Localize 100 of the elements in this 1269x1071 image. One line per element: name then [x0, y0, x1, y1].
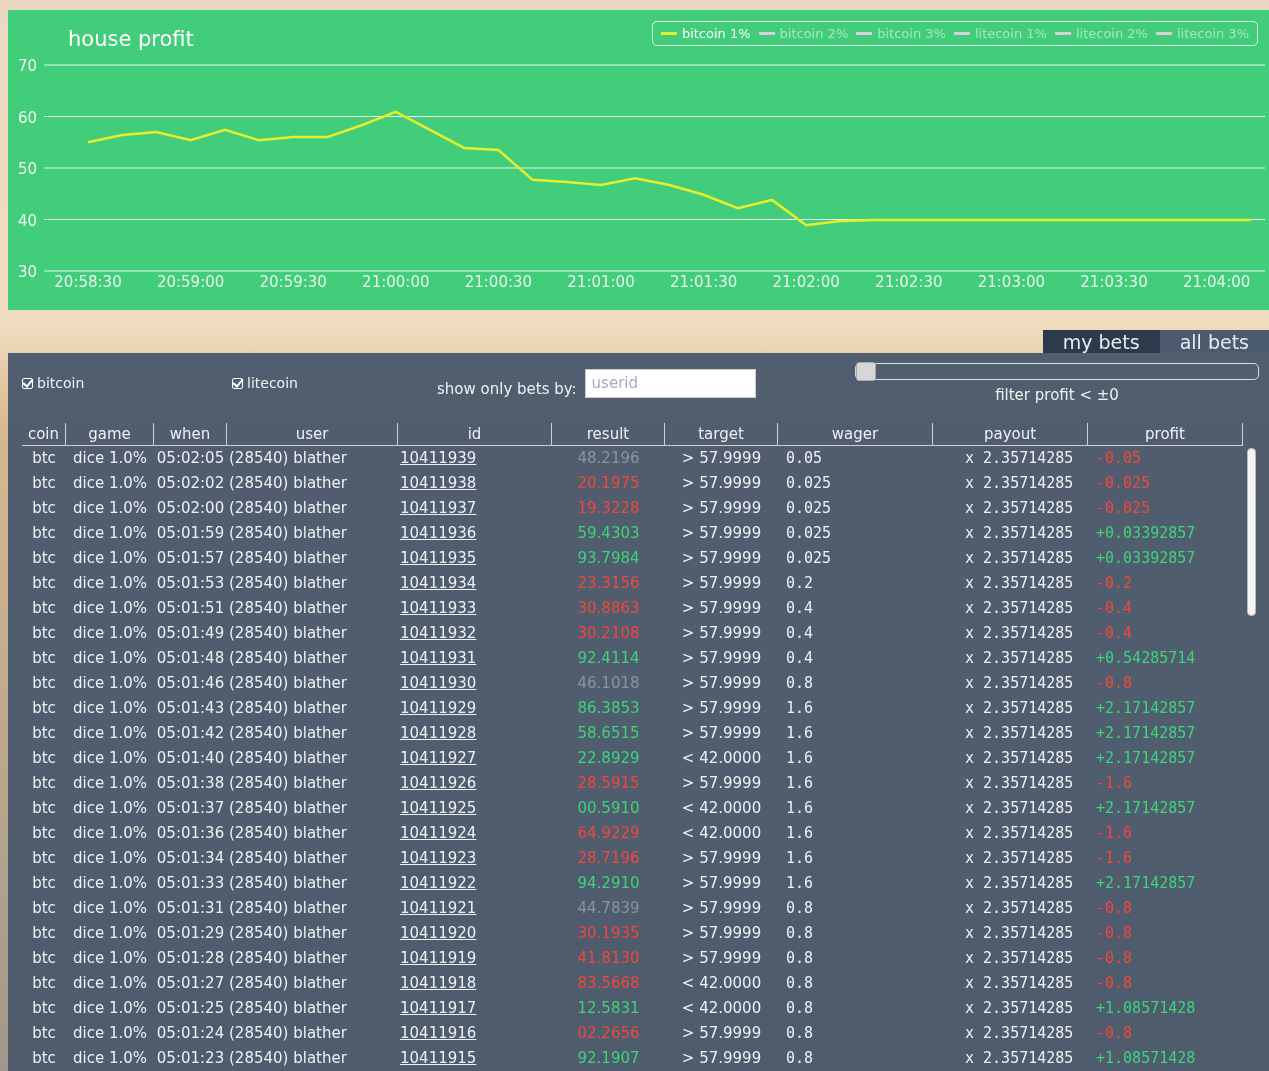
bet-id-link[interactable]: 10411933	[400, 599, 477, 617]
bet-id-link[interactable]: 10411916	[400, 1024, 477, 1042]
table-cell-text: 0.8	[785, 948, 815, 969]
bet-id-link[interactable]: 10411915	[400, 1049, 477, 1067]
checkbox-label: litecoin	[247, 375, 298, 391]
table-cell-text: x 2.35714285	[964, 873, 1075, 894]
checkbox-label: bitcoin	[37, 375, 85, 391]
table-cell-text: 58.6515	[576, 723, 641, 744]
bet-id-link[interactable]: 10411930	[400, 674, 477, 692]
y-tick-label: 50	[18, 160, 38, 178]
profit-slider[interactable]	[855, 363, 1259, 380]
table-cell-text: dice 1.0%	[71, 723, 148, 744]
tab[interactable]: my bets	[1042, 330, 1160, 353]
table-cell-text: x 2.35714285	[964, 573, 1075, 594]
bet-id-link[interactable]: 10411937	[400, 499, 477, 517]
checkbox[interactable]	[22, 377, 33, 389]
table-cell-text: > 57.9999	[680, 773, 763, 794]
scrollbar[interactable]	[1247, 448, 1256, 616]
table-cell-text: btc	[31, 648, 57, 669]
table-cell-text: 28.7196	[576, 848, 641, 869]
table-cell-text: (28540) blather	[228, 698, 348, 719]
table-cell-text: 30.8863	[576, 598, 641, 619]
bet-id-link[interactable]: 10411936	[400, 524, 477, 542]
table-cell-text: < 42.0000	[680, 973, 763, 994]
table-cell-text: btc	[31, 898, 57, 919]
table-cell-text: x 2.35714285	[964, 623, 1075, 644]
bet-id-link[interactable]: 10411922	[400, 874, 477, 892]
table-cell-text: 05:01:31	[155, 898, 226, 919]
bet-id-link[interactable]: 10411918	[400, 974, 477, 992]
table-cell-text: 0.025	[785, 473, 833, 494]
column-header: result	[552, 423, 665, 446]
bet-id-link[interactable]: 10411928	[400, 724, 477, 742]
bet-id-link[interactable]: 10411932	[400, 624, 477, 642]
table-cell-text: btc	[31, 673, 57, 694]
tab[interactable]: all bets	[1159, 330, 1269, 353]
table-cell-text: btc	[31, 948, 57, 969]
userid-field[interactable]: userid	[584, 368, 756, 398]
bet-id-link[interactable]: 10411926	[400, 774, 477, 792]
table-cell-text: x 2.35714285	[964, 823, 1075, 844]
bet-id-link[interactable]: 10411919	[400, 949, 477, 967]
bet-id-link[interactable]: 10411939	[400, 449, 477, 467]
x-tick-label: 20:58:30	[54, 273, 122, 291]
table-cell-text: dice 1.0%	[71, 873, 148, 894]
table-cell-text: 05:01:27	[155, 973, 226, 994]
table-cell-text: -0.025	[1095, 473, 1152, 494]
table-cell-text: 19.3228	[576, 498, 641, 519]
table-cell-text: 83.5668	[576, 973, 641, 994]
table-cell-text: 0.8	[785, 998, 815, 1019]
table-cell-text: 05:01:51	[155, 598, 226, 619]
table-cell-text: 1.6	[785, 823, 815, 844]
table-cell-text: > 57.9999	[680, 873, 763, 894]
bet-id-link[interactable]: 10411935	[400, 549, 477, 567]
column-header: when	[154, 423, 227, 446]
table-cell-text: 92.1907	[576, 1048, 641, 1069]
table-cell-text: < 42.0000	[680, 748, 763, 769]
table-cell-text: dice 1.0%	[71, 748, 148, 769]
table-cell-text: dice 1.0%	[71, 923, 148, 944]
bet-id-link[interactable]: 10411917	[400, 999, 477, 1017]
table-cell-text: 23.3156	[576, 573, 641, 594]
table-cell-text: 0.8	[785, 923, 815, 944]
bet-id-link[interactable]: 10411923	[400, 849, 477, 867]
table-cell-text: btc	[31, 748, 57, 769]
table-cell-text: -0.8	[1095, 673, 1134, 694]
table-cell-text: > 57.9999	[680, 573, 763, 594]
table-cell-text: 05:01:48	[155, 648, 226, 669]
table-cell-text: x 2.35714285	[964, 923, 1075, 944]
table-cell-text: 05:01:53	[155, 573, 226, 594]
table-cell-text: < 42.0000	[680, 998, 763, 1019]
table-cell-text: -0.4	[1095, 598, 1134, 619]
table-cell-text: dice 1.0%	[71, 773, 148, 794]
table-cell-text: btc	[31, 998, 57, 1019]
table-cell-text: -0.8	[1095, 923, 1134, 944]
table-cell-text: (28540) blather	[228, 923, 348, 944]
table-cell-text: 05:01:34	[155, 848, 226, 869]
bet-id-link[interactable]: 10411925	[400, 799, 477, 817]
table-cell-text: 1.6	[785, 698, 815, 719]
table-cell-text: dice 1.0%	[71, 698, 148, 719]
bet-id-link[interactable]: 10411924	[400, 824, 477, 842]
slider-thumb[interactable]	[856, 362, 876, 381]
bet-id-link[interactable]: 10411920	[400, 924, 477, 942]
bet-id-link[interactable]: 10411921	[400, 899, 477, 917]
checkbox[interactable]	[232, 377, 243, 389]
table-cell-text: > 57.9999	[680, 673, 763, 694]
table-cell-text: (28540) blather	[228, 998, 348, 1019]
table-cell-text: dice 1.0%	[71, 898, 148, 919]
x-tick-label: 21:00:30	[464, 273, 533, 291]
table-cell-text: (28540) blather	[228, 573, 348, 594]
table-cell-text: 30.2108	[576, 623, 641, 644]
bet-id-link[interactable]: 10411927	[400, 749, 477, 767]
bet-id-link[interactable]: 10411938	[400, 474, 477, 492]
table-cell-text: 1.6	[785, 748, 815, 769]
table-cell-text: 0.2	[785, 573, 815, 594]
table-cell-text: x 2.35714285	[964, 798, 1075, 819]
bet-id-link[interactable]: 10411931	[400, 649, 477, 667]
table-cell-text: 22.8929	[576, 748, 641, 769]
bet-id-link[interactable]: 10411934	[400, 574, 477, 592]
table-cell-text: btc	[31, 923, 57, 944]
table-cell-text: dice 1.0%	[71, 548, 148, 569]
bet-id-link[interactable]: 10411929	[400, 699, 477, 717]
table-cell-text: btc	[31, 498, 57, 519]
